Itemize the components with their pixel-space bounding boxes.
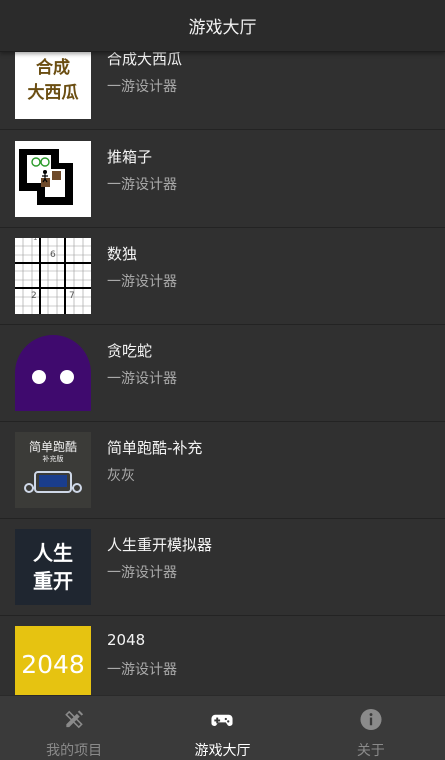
game-item-snake[interactable]: 贪吃蛇 一游设计器 [0,325,445,422]
gamepad-icon [211,714,234,726]
tab-about[interactable]: 关于 [297,696,445,760]
game-author: 一游设计器 [107,177,177,193]
thumbnail-text: 大西瓜 [27,83,79,103]
game-name: 简单跑酷-补充 [107,439,203,457]
pencil-ruler-icon [65,710,84,729]
sudoku-digit: 7 [69,291,75,301]
game-author: 一游设计器 [107,565,177,581]
game-name: 贪吃蛇 [107,342,153,360]
game-name: 合成大西瓜 [107,52,183,68]
game-author: 一游设计器 [107,79,177,95]
app-header: 游戏大厅 [0,0,445,52]
thumbnail-text: 合成 [36,58,70,78]
game-thumbnail-life-restart: 人生 重开 [15,529,91,605]
bottom-tab-bar: 我的项目 游戏大厅 关于 [0,695,445,760]
game-thumbnail-sudoku: 6 2 7 1 [15,238,91,314]
sudoku-digit: 6 [50,250,56,260]
sokoban-thumbnail-icon [15,141,91,217]
game-thumbnail-xigua: 合成 大西瓜 [15,52,91,119]
tab-label: 游戏大厅 [194,743,251,759]
game-thumbnail-snake [15,335,91,411]
game-item-sudoku[interactable]: 6 2 7 1 数独 一游设计器 [0,228,445,325]
game-item-xigua[interactable]: 合成 大西瓜 合成大西瓜 一游设计器 [0,52,445,130]
sudoku-digit: 2 [31,291,37,301]
page-title: 游戏大厅 [188,18,257,38]
thumbnail-text: 人生 [33,541,73,565]
game-item-life-restart[interactable]: 人生 重开 人生重开模拟器 一游设计器 [0,519,445,616]
tab-label: 我的项目 [46,743,103,759]
info-icon [360,708,382,731]
game-thumbnail-2048: 2048 [15,626,91,695]
game-item-2048[interactable]: 2048 2048 一游设计器 [0,616,445,695]
game-name: 推箱子 [107,148,153,166]
game-author: 一游设计器 [107,274,177,290]
game-author: 一游设计器 [107,371,177,387]
game-name: 2048 [107,631,146,649]
game-thumbnail-sokoban [15,141,91,217]
sudoku-digit: 1 [33,238,38,242]
game-name: 人生重开模拟器 [107,536,213,554]
game-item-parkour[interactable]: 简单跑酷 补充版 简单跑酷-补充 灰灰 [0,422,445,519]
ghost-icon [15,335,91,411]
game-item-sokoban[interactable]: 推箱子 一游设计器 [0,131,445,228]
console-icon [24,471,82,493]
game-list[interactable]: 合成 大西瓜 合成大西瓜 一游设计器 推箱子 一游设计器 6 2 7 1 数独 … [0,52,445,695]
game-author: 灰灰 [107,468,135,484]
game-author: 一游设计器 [107,662,177,678]
thumbnail-text: 2048 [21,649,85,679]
game-name: 数独 [107,245,138,263]
tab-my-projects[interactable]: 我的项目 [0,696,148,760]
tab-game-hall[interactable]: 游戏大厅 [148,696,296,760]
tab-label: 关于 [356,743,385,759]
game-thumbnail-parkour: 简单跑酷 补充版 [15,432,91,508]
thumbnail-text: 重开 [33,569,73,593]
